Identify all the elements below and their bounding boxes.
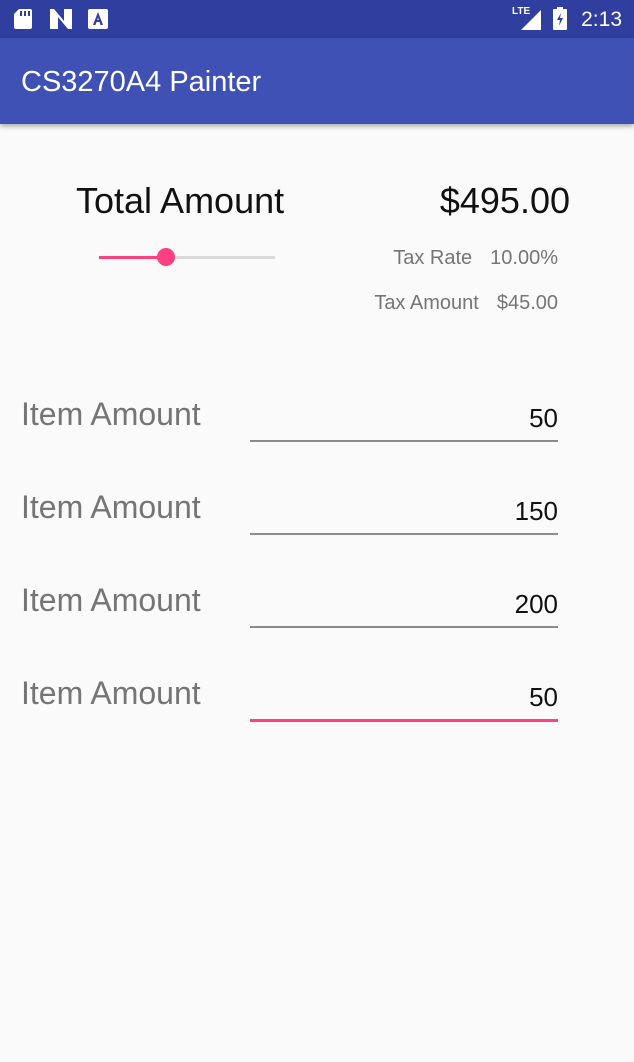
total-amount-label: Total Amount [76, 180, 285, 221]
tax-rate-slider[interactable] [99, 246, 275, 268]
app-title: CS3270A4 Painter [21, 66, 262, 98]
item-amount-value: 50 [529, 682, 558, 712]
signal-icon [521, 10, 541, 30]
tax-amount-value: $45.00 [496, 292, 558, 314]
item-row: Item Amount 200 [0, 582, 634, 642]
status-time: 2:13 [581, 8, 622, 31]
item-amount-input[interactable]: 50 [250, 675, 558, 722]
item-amount-input[interactable]: 150 [250, 489, 558, 535]
slider-thumb[interactable] [157, 248, 175, 266]
status-bar: LTE 2:13 [0, 0, 634, 38]
sd-card-icon [14, 9, 32, 29]
item-amount-input[interactable]: 200 [250, 582, 558, 628]
a-notification-icon [88, 9, 108, 29]
item-amount-label: Item Amount [21, 582, 201, 618]
tax-amount-row: Tax Amount $45.00 [374, 292, 558, 315]
item-row: Item Amount 50 [0, 396, 634, 456]
app-bar: CS3270A4 Painter [0, 38, 634, 124]
total-amount-value: $495.00 [439, 180, 570, 221]
tax-rate-value: 10.00% [490, 247, 558, 269]
tax-amount-label: Tax Amount [374, 292, 479, 314]
item-amount-label: Item Amount [21, 489, 201, 525]
item-amount-label: Item Amount [21, 675, 201, 711]
item-amount-label: Item Amount [21, 396, 201, 432]
item-amount-input[interactable]: 50 [250, 396, 558, 442]
tax-rate-label: Tax Rate [393, 247, 473, 269]
item-row: Item Amount 50 [0, 675, 634, 735]
n-notification-icon [50, 9, 72, 29]
tax-rate-row: Tax Rate 10.00% [393, 247, 558, 270]
slider-fill [99, 256, 166, 259]
battery-icon [553, 7, 567, 30]
item-amount-value: 200 [514, 589, 558, 619]
item-row: Item Amount 150 [0, 489, 634, 549]
item-amount-value: 50 [529, 403, 558, 433]
item-amount-value: 150 [514, 496, 558, 526]
